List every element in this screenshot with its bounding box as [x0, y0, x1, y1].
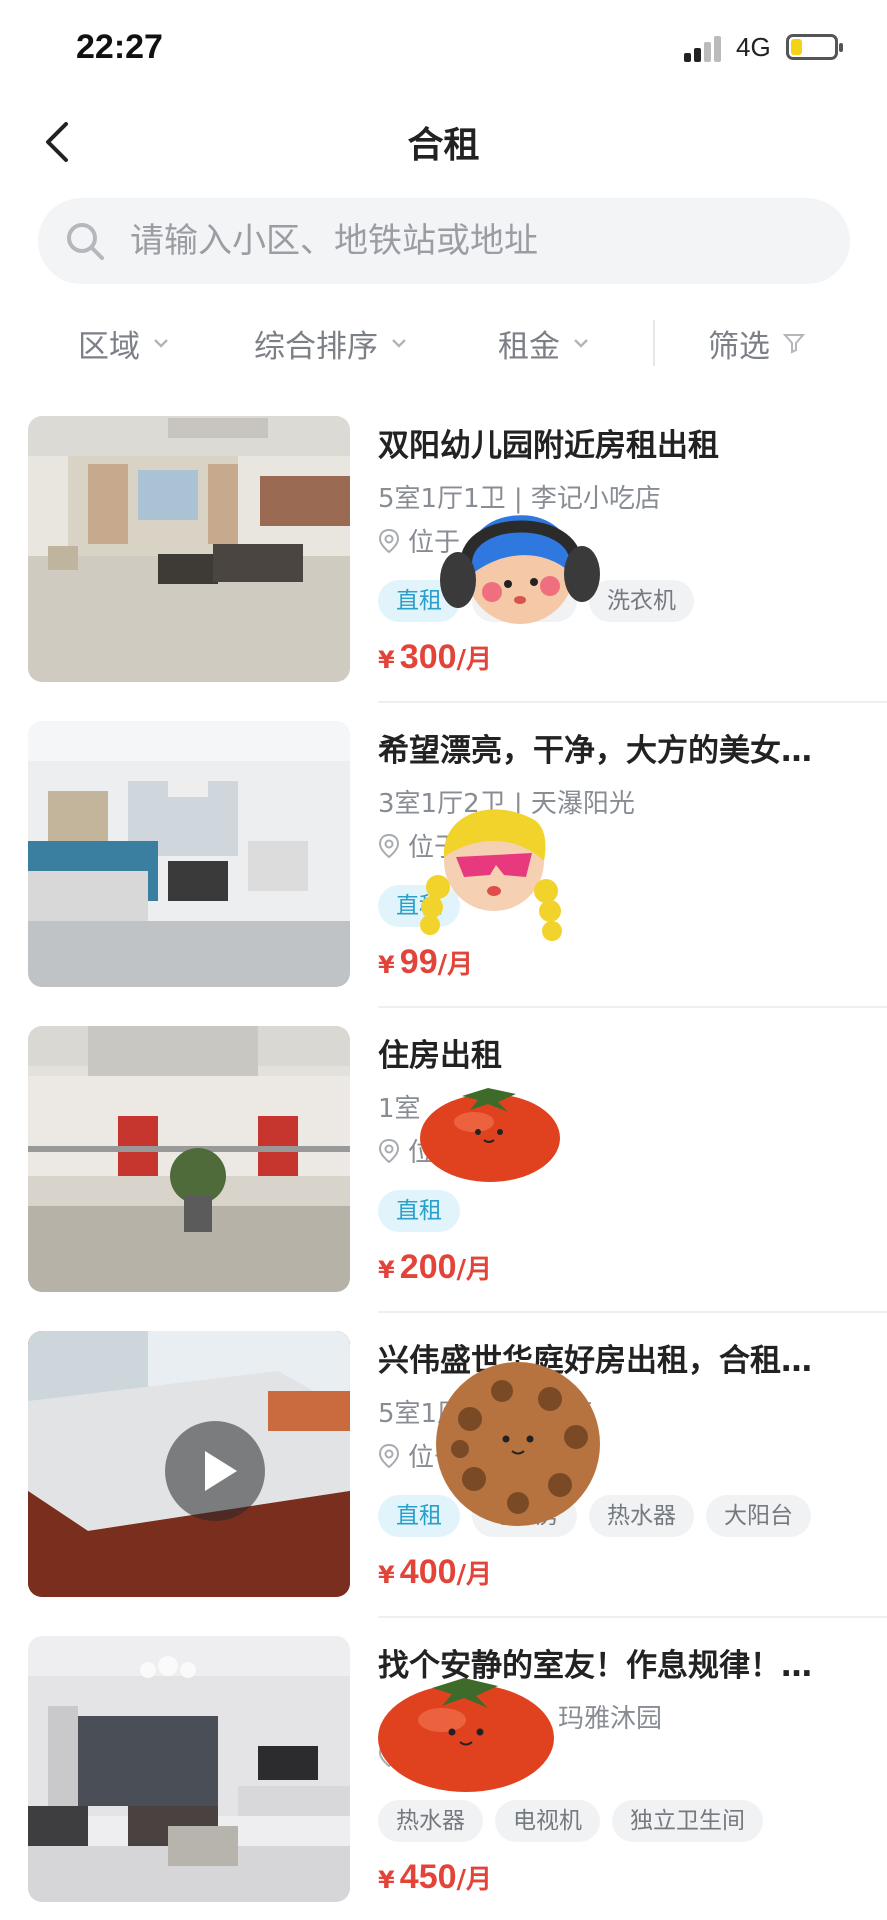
listing-card[interactable]: 住房出租 1室 位于 直租 ¥ 200/月: [0, 1026, 887, 1331]
listing-photo[interactable]: [28, 1026, 350, 1292]
filter-divider: [653, 320, 655, 366]
tag: 洗衣机: [589, 580, 694, 622]
price-unit: /月: [456, 645, 493, 675]
tag: 大阳台: [706, 1495, 811, 1537]
page-title: 合租: [407, 125, 480, 166]
listing-spec: 玛雅沐园: [558, 1704, 663, 1734]
listing-title: 希望漂亮，干净，大方的美女…: [378, 733, 812, 769]
listing-title: 住房出租: [378, 1038, 502, 1074]
search-icon: [67, 223, 104, 260]
price-unit: /月: [456, 1560, 493, 1590]
filter-sort-label: 综合排序: [254, 328, 378, 365]
search-bar[interactable]: [38, 198, 850, 284]
filter-more-label: 筛选: [708, 328, 770, 365]
listing-photo[interactable]: [28, 416, 350, 682]
price-unit: /月: [456, 1255, 493, 1285]
filter-area-label: 区域: [78, 328, 140, 365]
tag: 热水器: [378, 1800, 483, 1842]
listing-spec: 1室: [378, 1094, 421, 1124]
price-symbol: ¥: [378, 1866, 395, 1894]
sunglasses-girl-sticker: [420, 809, 562, 941]
battery-level: [791, 39, 802, 55]
divider: [378, 1006, 887, 1008]
price-value: 200: [399, 1248, 457, 1286]
price-value: 400: [399, 1553, 457, 1591]
price-symbol: ¥: [378, 951, 395, 979]
chevron-down-icon: [574, 339, 588, 348]
listing-tags: 热水器 电视机 独立卫生间: [378, 1800, 763, 1842]
location-pin-icon: [378, 833, 400, 858]
search-input[interactable]: [130, 198, 820, 284]
listing-photo[interactable]: [28, 721, 350, 987]
filter-rent-label: 租金: [498, 328, 560, 365]
listing-title: 双阳幼儿园附近房租出租: [378, 428, 719, 464]
listing-photo[interactable]: [28, 1636, 350, 1902]
price-value: 450: [399, 1858, 457, 1896]
listing-price: ¥ 200/月: [378, 1248, 492, 1287]
location-pin-icon: [378, 1443, 400, 1468]
video-play-button[interactable]: [165, 1421, 265, 1521]
signal-icon: [684, 36, 724, 62]
filter-rent[interactable]: 租金: [498, 310, 590, 376]
listing-photo[interactable]: [28, 1331, 350, 1597]
listing-price: ¥ 300/月: [378, 638, 492, 677]
battery-icon: [786, 34, 843, 60]
play-icon: [205, 1451, 237, 1491]
location-pin-icon: [378, 528, 400, 553]
price-unit: /月: [456, 1865, 493, 1895]
listing-card[interactable]: 兴伟盛世华庭好房出租，合租… 5室1厅 | 盛世华庭 位于 直租 电梯房 热水器…: [0, 1331, 887, 1636]
filter-bar: 区域 综合排序 租金 筛选: [0, 310, 887, 376]
listing-card[interactable]: 双阳幼儿园附近房租出租 5室1厅1卫 | 李记小吃店 位于 直租 热水器 洗衣机…: [0, 416, 887, 721]
price-symbol: ¥: [378, 646, 395, 674]
headphone-girl-sticker: [440, 515, 600, 624]
price-symbol: ¥: [378, 1256, 395, 1284]
filter-sort[interactable]: 综合排序: [254, 310, 408, 376]
status-bar: 22:27 4G: [0, 0, 887, 96]
tag: 电视机: [495, 1800, 600, 1842]
price-unit: /月: [437, 950, 474, 980]
listing-tags: 直租: [378, 1190, 460, 1232]
network-type: 4G: [736, 32, 771, 62]
funnel-icon: [782, 334, 806, 354]
filter-area[interactable]: 区域: [78, 310, 170, 376]
tomato-sticker: [378, 1678, 554, 1792]
listing-card[interactable]: 找个安静的室友！作息规律！… 玛雅沐园 热水器 电视机 独立卫生间 ¥ 450/…: [0, 1636, 887, 1920]
price-symbol: ¥: [378, 1561, 395, 1589]
divider: [378, 1616, 887, 1618]
filter-more[interactable]: 筛选: [708, 310, 806, 376]
cookie-sticker: [436, 1362, 600, 1526]
location-pin-icon: [378, 1138, 400, 1163]
tag-direct: 直租: [378, 1190, 460, 1232]
listing-price: ¥ 400/月: [378, 1553, 492, 1592]
tag: 独立卫生间: [612, 1800, 763, 1842]
status-time: 22:27: [76, 28, 163, 66]
chevron-down-icon: [392, 339, 406, 348]
listing-card[interactable]: 希望漂亮，干净，大方的美女… 3室1厅2卫 | 天瀑阳光 位于 直租 ¥ 99/…: [0, 721, 887, 1026]
chevron-down-icon: [154, 339, 168, 348]
nav-bar: 合租: [0, 96, 887, 186]
tomato-sticker: [420, 1088, 560, 1182]
price-value: 300: [399, 638, 457, 676]
divider: [378, 701, 887, 703]
listing-price: ¥ 450/月: [378, 1858, 492, 1897]
divider: [378, 1311, 887, 1313]
